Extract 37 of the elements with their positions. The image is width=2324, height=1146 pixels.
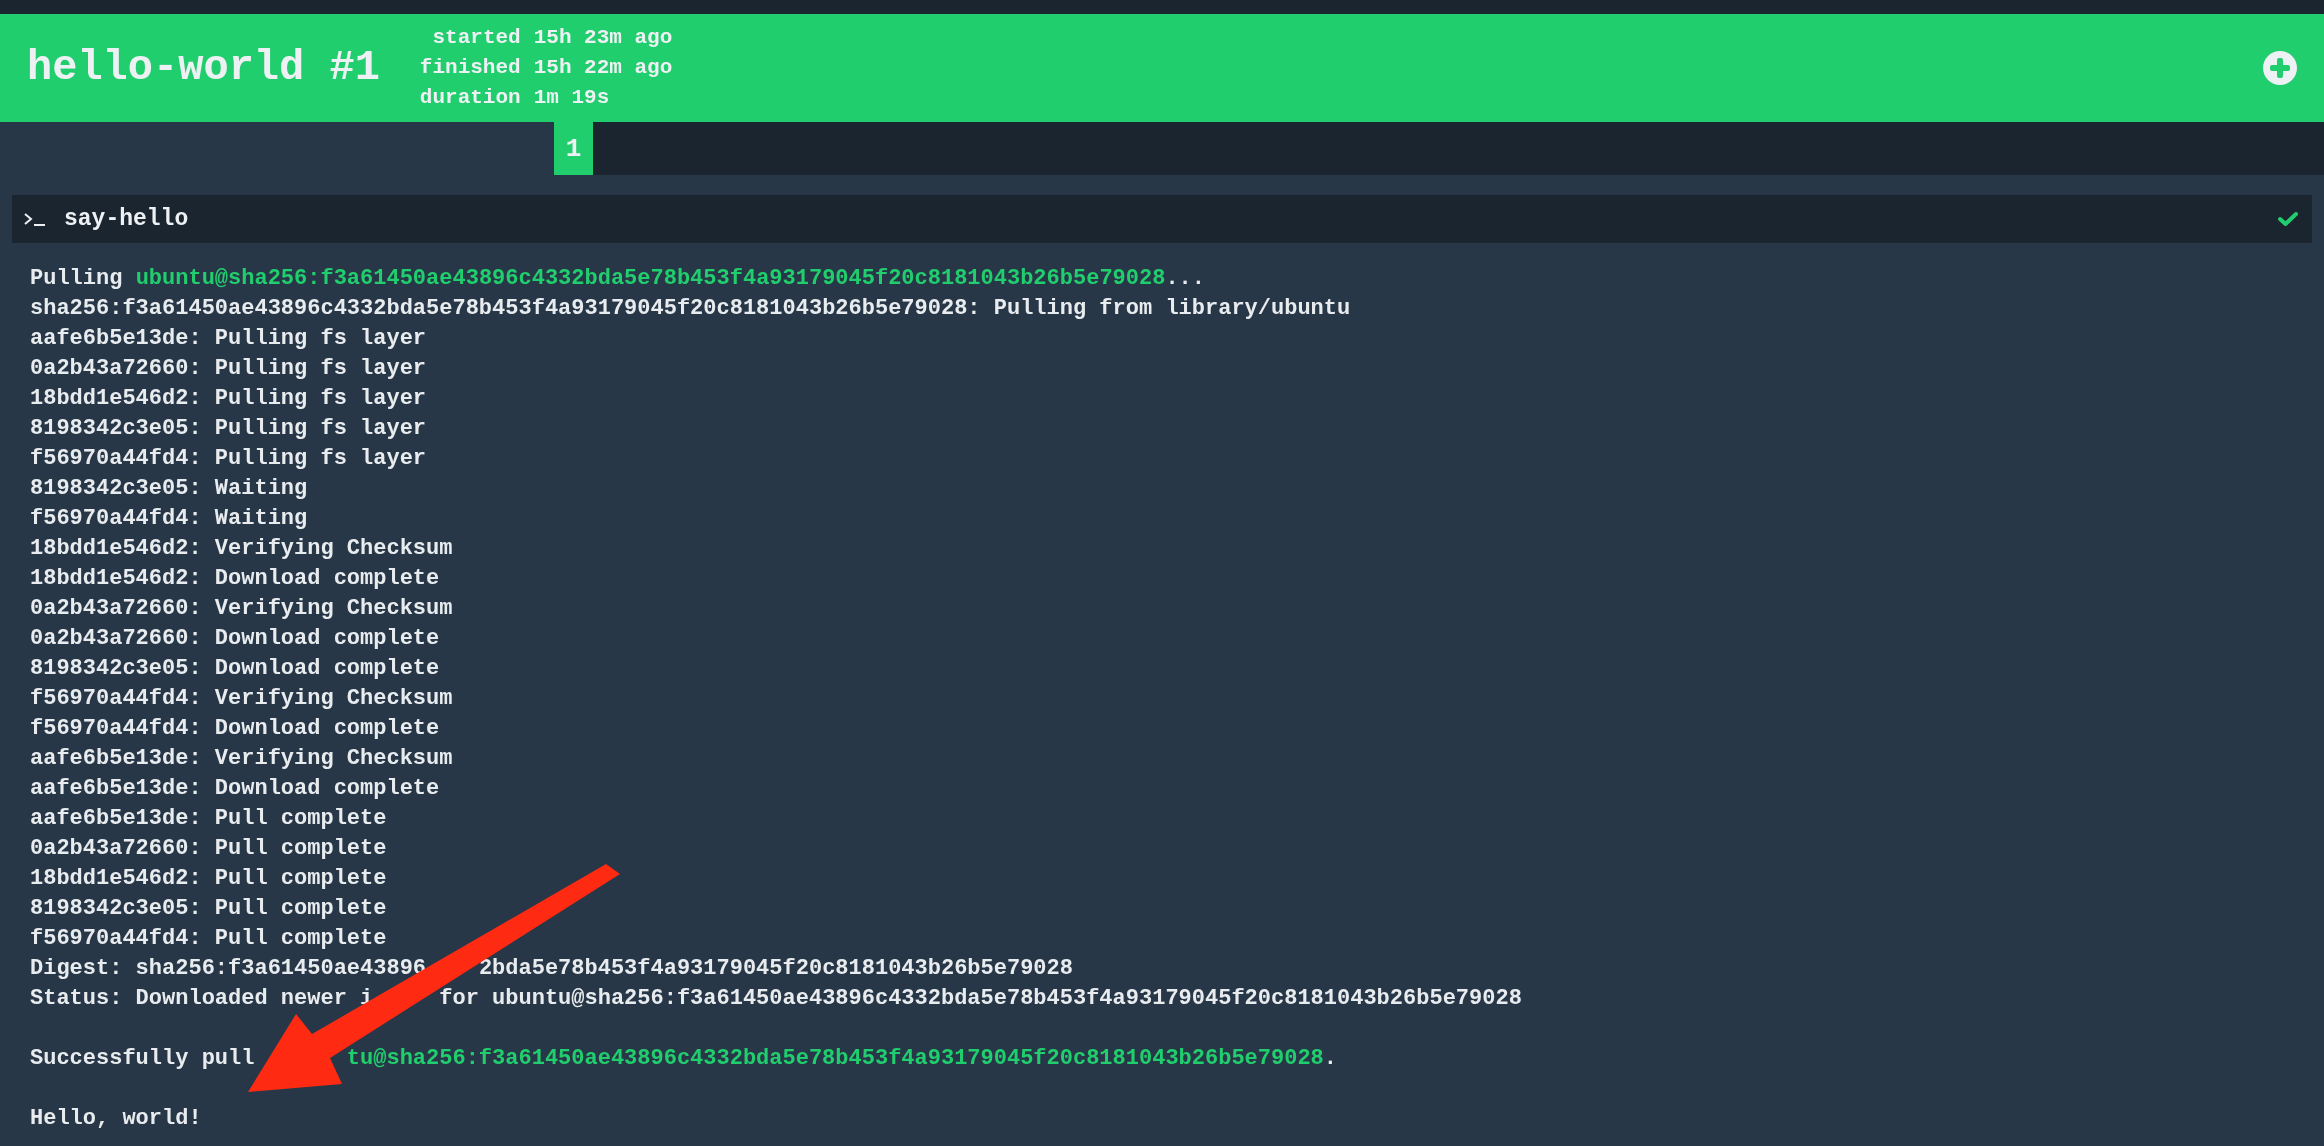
log-line: Successfully pull tu@sha256:f3a61450ae43896c4332bda5e78b453f4a93179045f20c8181043b26b5e79028. [30, 1045, 1338, 1073]
step-header[interactable]: say-hello [12, 195, 2312, 243]
log-line: 18bdd1e546d2: Verifying Checksum [30, 535, 454, 563]
log-line: 0a2b43a72660: Pulling fs layer [30, 355, 428, 383]
log-line: 8198342c3e05: Waiting [30, 475, 309, 503]
log-line: aafe6b5e13de: Pull complete [30, 805, 388, 833]
log-line: 8198342c3e05: Pull complete [30, 895, 388, 923]
log-line: aafe6b5e13de: Verifying Checksum [30, 745, 454, 773]
log-line: f56970a44fd4: Verifying Checksum [30, 685, 454, 713]
add-icon[interactable] [2263, 51, 2297, 85]
meta-label: started [431, 25, 521, 51]
terminal-icon [24, 212, 46, 226]
build-title: hello-world #1 [27, 44, 380, 92]
log-line: aafe6b5e13de: Download complete [30, 775, 441, 803]
log-line: 8198342c3e05: Pulling fs layer [30, 415, 428, 443]
log-line: 18bdd1e546d2: Download complete [30, 565, 441, 593]
log-line: Pulling ubuntu@sha256:f3a61450ae43896c4332bda5e78b453f4a93179045f20c8181043b26b5e79028... [30, 265, 1206, 293]
meta-label: finished [419, 55, 521, 81]
meta-value: 15h 23m ago [533, 25, 673, 51]
meta-value: 15h 22m ago [533, 55, 673, 81]
meta-label: duration [419, 85, 521, 111]
meta-value: 1m 19s [533, 85, 611, 111]
log-line: Digest: sha256:f3a61450ae43896 2bda5e78b453f4a93179045f20c8181043b26b5e79028 [30, 955, 1074, 983]
log-line: f56970a44fd4: Pull complete [30, 925, 388, 953]
log-line: 0a2b43a72660: Pull complete [30, 835, 388, 863]
log-line: 0a2b43a72660: Download complete [30, 625, 441, 653]
log-line: sha256:f3a61450ae43896c4332bda5e78b453f4a93179045f20c8181043b26b5e79028: Pulling from library/ubuntu [30, 295, 1352, 323]
log-line: f56970a44fd4: Download complete [30, 715, 441, 743]
log-line: 8198342c3e05: Download complete [30, 655, 441, 683]
step-name: say-hello [64, 206, 189, 232]
log-line: f56970a44fd4: Pulling fs layer [30, 445, 428, 473]
log-line: 18bdd1e546d2: Pulling fs layer [30, 385, 428, 413]
log-line: f56970a44fd4: Waiting [30, 505, 309, 533]
log-line: 18bdd1e546d2: Pull complete [30, 865, 388, 893]
log-line: 0a2b43a72660: Verifying Checksum [30, 595, 454, 623]
log-line: Hello, world! [30, 1105, 203, 1133]
log-line: aafe6b5e13de: Pulling fs layer [30, 325, 428, 353]
